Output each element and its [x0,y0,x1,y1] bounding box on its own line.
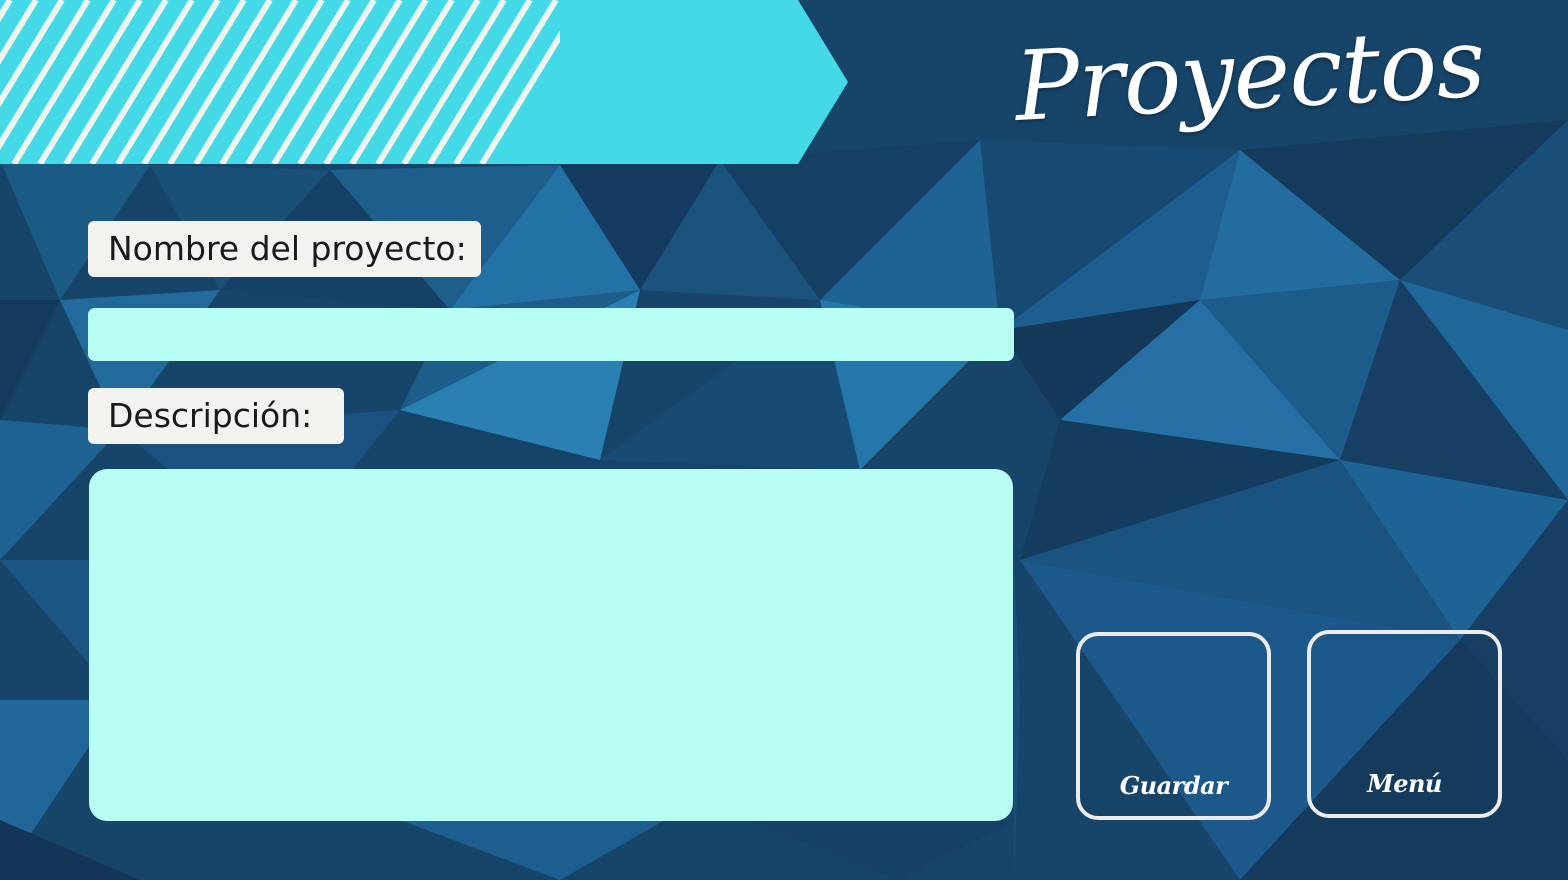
description-textarea[interactable] [89,469,1013,821]
save-button[interactable]: Guardar [1076,632,1271,820]
project-name-input[interactable] [88,308,1014,361]
save-button-label: Guardar [1119,771,1228,800]
project-name-label: Nombre del proyecto: [88,221,481,277]
description-label: Descripción: [88,388,344,444]
menu-button[interactable]: Menú [1307,630,1502,818]
page-title: Proyectos [1012,6,1488,143]
header-banner [0,0,848,164]
menu-button-label: Menú [1367,769,1442,798]
